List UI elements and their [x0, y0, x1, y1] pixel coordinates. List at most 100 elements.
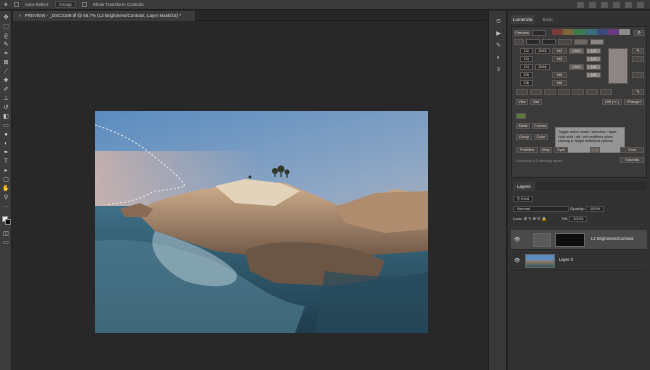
visibility-eye-icon[interactable]: 👁 [514, 237, 520, 243]
align-right-icon[interactable] [601, 1, 608, 8]
properties-icon[interactable]: ≡ [494, 67, 503, 74]
zone-d6[interactable]: D6 [520, 80, 533, 86]
preview-button[interactable]: Preview [514, 30, 530, 36]
clone-stamp-icon[interactable]: ⊥ [2, 96, 10, 102]
move-icon[interactable]: ✥ [2, 15, 10, 21]
zone-e[interactable] [572, 89, 584, 95]
zone-d[interactable] [558, 89, 570, 95]
diff-button[interactable]: Diff (+/-) [602, 99, 622, 105]
layer-name[interactable]: Layer 0 [559, 257, 573, 262]
show-transform-checkbox[interactable] [81, 2, 87, 7]
workspace-icon[interactable] [637, 1, 644, 8]
quick-mask-icon[interactable]: ◫ [2, 231, 10, 237]
zoom-icon[interactable]: ⚲ [2, 195, 10, 201]
shape-icon[interactable]: ▢ [2, 177, 10, 183]
document-tab[interactable]: × PREVIEW - _DSC3169.tif @ 66.7% (L2 Brig… [13, 11, 195, 21]
mask-button[interactable]: Mask [516, 123, 530, 129]
crop-icon[interactable]: ⌗ [2, 51, 10, 57]
blur-icon[interactable]: ● [2, 132, 10, 138]
zone-g[interactable] [600, 89, 612, 95]
map-button[interactable]: Map [540, 147, 552, 153]
canvas-area[interactable] [13, 22, 487, 370]
marquee-icon[interactable]: ⬚ [2, 24, 10, 30]
swatch-magenta[interactable] [607, 29, 619, 35]
path-select-icon[interactable]: ▸ [2, 168, 10, 174]
blend-mode-dropdown[interactable]: Normal [513, 205, 569, 212]
prefilled-button[interactable]: Prefilled [516, 147, 538, 153]
align-left-icon[interactable] [577, 1, 584, 8]
zone-c[interactable] [544, 89, 556, 95]
split-button[interactable]: Split [554, 147, 568, 153]
preview-mode-dropdown[interactable] [532, 30, 546, 36]
eyedropper-button[interactable]: ✎ [632, 48, 644, 54]
healing-brush-icon[interactable]: ✚ [2, 78, 10, 84]
zone-extra-2[interactable] [632, 72, 644, 78]
swatch-red[interactable] [552, 29, 564, 35]
eraser-icon[interactable]: ◧ [2, 114, 10, 120]
brush-icon[interactable]: ✐ [2, 87, 10, 93]
zone-d4[interactable]: D4 [520, 64, 533, 70]
quick-select-icon[interactable]: ✎ [2, 42, 10, 48]
zone-d2[interactable]: D2 [520, 48, 533, 54]
zone-ladder-graphic[interactable] [608, 48, 628, 84]
zone-l1[interactable] [590, 39, 604, 45]
zone-lm4[interactable]: LM4 [569, 64, 584, 70]
adjustments-icon[interactable]: ◐ [494, 55, 503, 62]
background-color-swatch[interactable] [5, 219, 11, 225]
zone-l3[interactable]: L3 [586, 56, 601, 62]
swatch-gray[interactable] [618, 29, 630, 35]
history-icon[interactable]: ⏲ [494, 19, 503, 26]
settings-button[interactable]: ⚙ [634, 30, 644, 36]
lasso-icon[interactable]: ϱ [2, 33, 10, 39]
3d-mode-icon[interactable] [613, 1, 620, 8]
auto-select-checkbox[interactable] [13, 2, 19, 7]
zone-l5[interactable]: L5 [586, 72, 601, 78]
vnot-button[interactable]: Vnot [620, 147, 644, 153]
zone-m6[interactable]: M6 [552, 80, 567, 86]
curves-button[interactable]: Curves [532, 123, 548, 129]
zone-a[interactable] [516, 89, 528, 95]
sat-button[interactable]: Sat [530, 99, 542, 105]
tab-layers[interactable]: Layers [513, 182, 535, 191]
zone-dm1[interactable] [542, 39, 556, 45]
eyedropper-icon[interactable]: ⟋ [2, 69, 10, 75]
zone-l4[interactable]: L4 [586, 64, 601, 70]
visibility-eye-icon[interactable]: 👁 [514, 258, 520, 264]
auto-select-dropdown[interactable]: Group [55, 1, 76, 8]
zone-m1[interactable] [558, 39, 572, 45]
zone-dm3[interactable]: DM3 [535, 48, 550, 54]
document-image[interactable] [95, 111, 428, 333]
zone-dm4[interactable]: DM4 [535, 64, 550, 70]
range-button[interactable]: +Range+ [624, 99, 644, 105]
zone-d1[interactable] [526, 39, 540, 45]
tutorials-button[interactable]: Tutorials [620, 157, 644, 163]
zone-d5[interactable]: D5 [520, 72, 533, 78]
move-tool-icon[interactable]: ✥ [4, 2, 8, 8]
opacity-field[interactable]: 100% [585, 205, 605, 212]
brush-settings-icon[interactable]: ✎ [494, 43, 503, 50]
search-icon[interactable] [625, 1, 632, 8]
history-brush-icon[interactable]: ↺ [2, 105, 10, 111]
layer-row-adjustment[interactable]: 👁 L2 Brightness/Contrast [511, 230, 647, 250]
swatch-cyan[interactable] [585, 29, 597, 35]
eyedropper-button-2[interactable]: ✎ [632, 89, 644, 95]
dodge-icon[interactable]: ◐ [2, 141, 10, 147]
close-icon[interactable]: × [19, 13, 22, 18]
more-tools-icon[interactable]: ··· [2, 204, 10, 210]
zone-d3[interactable]: D3 [520, 56, 533, 62]
vibe-button[interactable]: Vibe [516, 99, 528, 105]
color-button[interactable]: Color [534, 134, 548, 140]
active-toggle-button[interactable] [590, 147, 600, 153]
tab-basic[interactable]: Basic [541, 15, 556, 24]
zone-button-top[interactable] [514, 39, 524, 45]
layer-mask-thumbnail[interactable] [555, 233, 585, 247]
group-button[interactable]: Group [516, 134, 532, 140]
zone-lm3[interactable]: LM3 [569, 48, 584, 54]
zone-l2[interactable]: L2 [586, 48, 601, 54]
zone-indicator[interactable] [516, 113, 526, 119]
frame-icon[interactable]: ⊠ [2, 60, 10, 66]
zone-m5[interactable]: M5 [552, 72, 567, 78]
hand-icon[interactable]: ✋ [2, 186, 10, 192]
align-center-icon[interactable] [589, 1, 596, 8]
layer-name[interactable]: L2 Brightness/Contrast [591, 236, 634, 241]
